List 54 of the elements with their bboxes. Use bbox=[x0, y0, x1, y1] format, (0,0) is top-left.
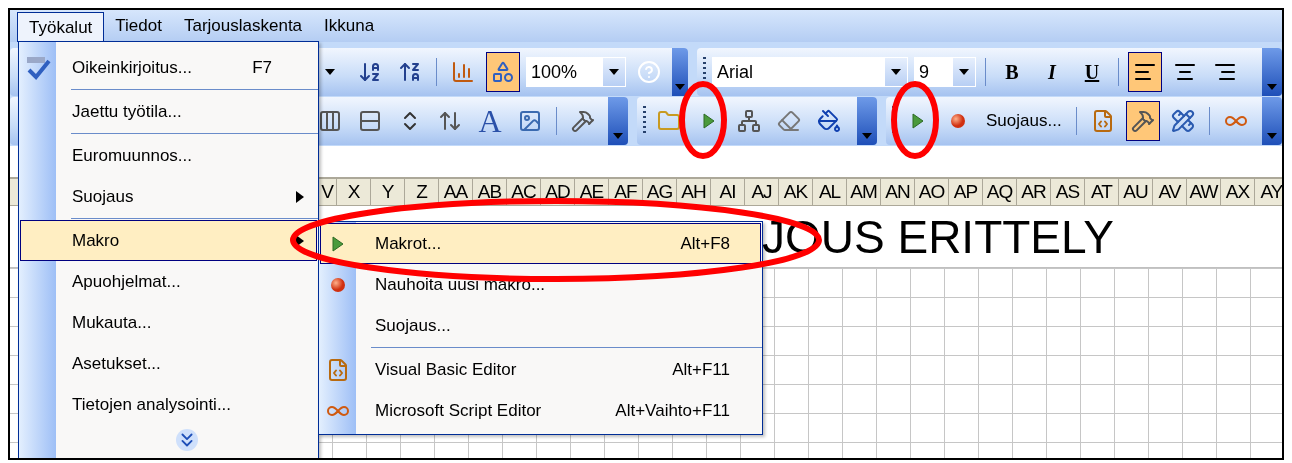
menu-item[interactable]: Makrot... Alt+F8 bbox=[320, 223, 761, 264]
menu-item[interactable]: Apuohjelmat... bbox=[20, 261, 317, 302]
column-header[interactable]: AB bbox=[473, 179, 507, 205]
column-header[interactable]: AX bbox=[1221, 179, 1255, 205]
column-header[interactable]: X bbox=[337, 179, 371, 205]
menu-item[interactable]: Nauhoita uusi makro... bbox=[320, 264, 761, 305]
column-header[interactable]: AA bbox=[439, 179, 473, 205]
menu-title[interactable]: Tarjouslaskenta bbox=[172, 10, 314, 42]
menu-title[interactable]: Työkalut bbox=[17, 12, 105, 42]
column-header[interactable]: AP bbox=[949, 179, 983, 205]
menu-item[interactable]: Visual Basic Editor Alt+F11 bbox=[320, 349, 761, 390]
column-header[interactable]: AE bbox=[575, 179, 609, 205]
menu-item[interactable]: Euromuunnos... bbox=[20, 135, 317, 176]
column-header[interactable]: AQ bbox=[983, 179, 1017, 205]
column-header[interactable]: AH bbox=[677, 179, 711, 205]
column-header[interactable]: AC bbox=[507, 179, 541, 205]
menu-item[interactable]: Jaettu työtila... bbox=[20, 91, 317, 132]
column-header[interactable]: AY bbox=[1255, 179, 1282, 205]
column-header[interactable]: AS bbox=[1051, 179, 1085, 205]
menu-item[interactable]: Tietojen analysointi... bbox=[20, 384, 317, 425]
menu-item[interactable]: Suojaus... bbox=[320, 305, 761, 346]
column-header[interactable]: AT bbox=[1085, 179, 1119, 205]
column-header[interactable]: AV bbox=[1153, 179, 1187, 205]
column-header[interactable]: AU bbox=[1119, 179, 1153, 205]
italic-button[interactable]: I bbox=[1035, 52, 1069, 92]
column-header[interactable]: AG bbox=[643, 179, 677, 205]
font-dropdown[interactable]: Arial bbox=[712, 57, 908, 87]
menu-title[interactable]: Tiedot bbox=[104, 10, 173, 42]
column-header[interactable]: AL bbox=[813, 179, 847, 205]
menu-title[interactable]: Ikkuna bbox=[313, 10, 386, 42]
column-header[interactable]: AK bbox=[779, 179, 813, 205]
menu-item[interactable]: Microsoft Script Editor Alt+Vaihto+F11 bbox=[320, 390, 761, 431]
column-header[interactable]: Y bbox=[371, 179, 405, 205]
column-header[interactable]: AR bbox=[1017, 179, 1051, 205]
menu-item[interactable]: Makro bbox=[20, 220, 317, 261]
column-header[interactable]: AN bbox=[881, 179, 915, 205]
menu-item[interactable]: Oikeinkirjoitus... F7 bbox=[20, 47, 317, 88]
zoom-dropdown[interactable]: 100% bbox=[526, 57, 626, 87]
column-header[interactable]: AM bbox=[847, 179, 881, 205]
column-header[interactable]: AJ bbox=[745, 179, 779, 205]
column-header[interactable]: Z bbox=[405, 179, 439, 205]
menu-item[interactable]: Suojaus bbox=[20, 176, 317, 217]
underline-button[interactable]: U bbox=[1075, 52, 1109, 92]
column-header[interactable]: AI bbox=[711, 179, 745, 205]
column-header[interactable]: AW bbox=[1187, 179, 1221, 205]
protection-button[interactable]: Suojaus... bbox=[981, 101, 1067, 141]
menu-item[interactable]: Asetukset... bbox=[20, 343, 317, 384]
column-header[interactable]: AD bbox=[541, 179, 575, 205]
font-size-dropdown[interactable]: 9 bbox=[914, 57, 976, 87]
bold-button[interactable]: B bbox=[995, 52, 1029, 92]
column-header[interactable]: AF bbox=[609, 179, 643, 205]
menu-item[interactable]: Mukauta... bbox=[20, 302, 317, 343]
wordart-button[interactable]: A bbox=[473, 101, 507, 141]
column-header[interactable]: AO bbox=[915, 179, 949, 205]
